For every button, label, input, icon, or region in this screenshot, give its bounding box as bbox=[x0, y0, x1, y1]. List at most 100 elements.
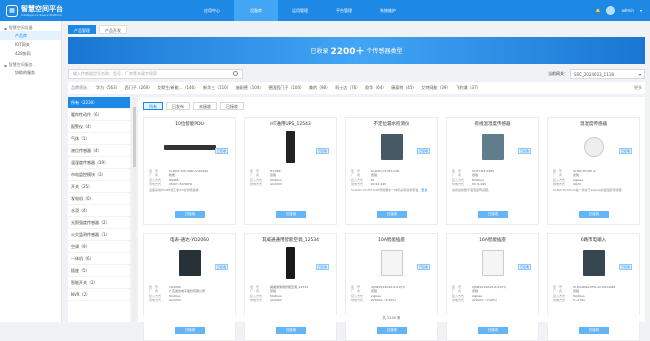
category-item[interactable]: 市电监控模块（3） bbox=[68, 169, 130, 181]
search-placeholder: 输入传感器型号名称、型号、厂商等关键字搜索 bbox=[73, 70, 157, 76]
receive-button[interactable]: 已接收 bbox=[377, 327, 407, 334]
filter-tab[interactable]: 已接收 bbox=[220, 102, 244, 110]
category-item[interactable]: 空调（9） bbox=[68, 241, 130, 253]
product-card[interactable]: 10A智能插座 已接收型 号 UJMZ2116A10-Z-01(H) 厂 商德锐 接入方… bbox=[345, 233, 438, 341]
sidebar-item[interactable]: 428协同 bbox=[0, 49, 61, 58]
product-card[interactable]: 6路市电输入 已接收型 号 SI-MA-BWA-PFO-AC-P6-DA85 厂 商德… bbox=[547, 233, 640, 341]
spec-row: 供电方式 DC 9-24V bbox=[452, 182, 533, 186]
product-card[interactable]: 不定位漏水检测仪 已接收型 号 SI-WLD-CT-M3-A3D 厂 商德锐 接入方式 D… bbox=[345, 117, 438, 225]
grid-icon: ▪ bbox=[4, 25, 7, 31]
product-title: 10A智能插座 bbox=[378, 238, 405, 243]
brand-item[interactable]: 美的（98） bbox=[309, 85, 330, 91]
product-description: SI-MA-TH-MO-Z是一款基于zigbee的温湿度传感器 bbox=[553, 188, 634, 196]
product-card[interactable]: 10位智能PDU 已接收型 号 SI-PDU-32K-304C-V-XS400 厂 商… bbox=[143, 117, 236, 225]
more-brands-button[interactable]: 更多 bbox=[634, 85, 642, 91]
spec-label: 供电方式 bbox=[149, 297, 162, 302]
search-input[interactable]: 输入传感器型号名称、型号、厂商等关键字搜索 bbox=[68, 68, 243, 79]
gateway-label: 当前网关： bbox=[548, 70, 568, 76]
description-text: 设备采用RS485接口的10位智能插排 bbox=[149, 188, 199, 193]
product-card[interactable]: 电表-通达-YD2060 已接收型 号 YD2060 厂 商广东通达电子股份有限公司接… bbox=[143, 233, 236, 341]
tab[interactable]: 产品管理 bbox=[68, 25, 96, 34]
more-link[interactable]: 更多 bbox=[421, 188, 427, 192]
brand-item[interactable]: 新华三（110） bbox=[203, 85, 231, 91]
sidebar-group[interactable]: ▪ 智慧空间设备 bbox=[0, 21, 61, 31]
filter-tab[interactable]: 未接收 bbox=[193, 102, 217, 110]
category-item[interactable]: 温湿度传感器（19） bbox=[68, 157, 130, 169]
category-item[interactable]: 发电机（0） bbox=[68, 193, 130, 205]
category-item[interactable]: 火灾监测传感器（1） bbox=[68, 229, 130, 241]
brand-item[interactable]: 欧华（64） bbox=[365, 85, 386, 91]
category-item[interactable]: 光照强度传感器（2） bbox=[68, 217, 130, 229]
filter-tab[interactable]: 所有 bbox=[143, 102, 163, 110]
product-card[interactable]: HT通用UPS_12543 已接收型 号 HT-08K 厂 商德锐 接入方式 Modbus… bbox=[244, 117, 337, 225]
nav-item[interactable]: 应用中心 bbox=[190, 0, 234, 21]
chevron-down-icon[interactable]: ▾ bbox=[640, 8, 642, 13]
app-logo[interactable]: ▦ 智慧空间平台 Intelligence Space Platform bbox=[0, 4, 128, 17]
receive-button[interactable]: 已接收 bbox=[478, 211, 508, 218]
receive-button[interactable]: 已接收 bbox=[276, 211, 306, 218]
product-card[interactable]: 其威通通用智能空调_12534 已接收型 号其威通通用智能空调_12534 厂 商德… bbox=[244, 233, 337, 341]
brand-item[interactable]: 德国西门子（100） bbox=[268, 85, 304, 91]
spec-row: 供电方式 CR2V bbox=[553, 182, 634, 186]
product-card[interactable]: 温湿度传感器 已接收型 号 SI-MA-TH-MO-Z 厂 商德锐 接入方式 zigbee… bbox=[547, 117, 640, 225]
receive-button[interactable]: 已接收 bbox=[377, 211, 407, 218]
category-item[interactable]: 报警仪（4） bbox=[68, 121, 130, 133]
brand-item[interactable]: 施耐德（104） bbox=[236, 85, 264, 91]
spec-label: 供电方式 bbox=[351, 181, 364, 186]
description-text: SI-MA-TH-MO-Z是一款基于zigbee的温湿度传感器 bbox=[553, 188, 622, 193]
category-item[interactable]: 开关（25） bbox=[68, 181, 130, 193]
sidebar-group[interactable]: ▪ 智慧空间服务 bbox=[0, 58, 61, 68]
spec-row: 供电方式 AC220V bbox=[250, 298, 331, 302]
spec-label: 供电方式 bbox=[250, 181, 263, 186]
nav-item[interactable]: 设备库 bbox=[234, 0, 278, 21]
receive-button[interactable]: 已接收 bbox=[175, 211, 205, 218]
gateway-select[interactable]: SSC_2024023_1118 ▾ bbox=[570, 68, 645, 79]
receive-button[interactable]: 已接收 bbox=[579, 211, 609, 218]
status-badge: 已接收 bbox=[618, 264, 632, 270]
sidebar-item[interactable]: 协助的服务 bbox=[0, 68, 61, 77]
category-item[interactable]: 智能开关（2） bbox=[68, 277, 130, 289]
category-item[interactable]: 气体（1） bbox=[68, 133, 130, 145]
category-item[interactable]: 暖你性动作（6） bbox=[68, 109, 130, 121]
brand-item[interactable]: 艾特网能（39） bbox=[421, 85, 450, 91]
avatar[interactable] bbox=[606, 6, 616, 15]
filter-tab[interactable]: 已发布 bbox=[166, 102, 190, 110]
notification-bell-icon[interactable]: 🔔 bbox=[595, 8, 600, 13]
category-item[interactable]: 一体机（6） bbox=[68, 253, 130, 265]
brand-filter-label: 品牌筛选： bbox=[71, 85, 91, 90]
brand-item[interactable]: 艾默生/新能...（146） bbox=[157, 85, 198, 91]
brand-item[interactable]: 康泰特（45） bbox=[391, 85, 416, 91]
nav-item[interactable]: 运用管理 bbox=[278, 0, 322, 21]
sidebar-item[interactable]: IOT网关 bbox=[0, 40, 61, 49]
category-item[interactable]: 水浸（4） bbox=[68, 205, 130, 217]
sidebar-item[interactable]: 产品库 bbox=[0, 31, 61, 40]
category-item[interactable]: NVR（2） bbox=[68, 289, 130, 301]
category-item[interactable]: 插座（5） bbox=[68, 265, 130, 277]
nav-item[interactable]: 平台管理 bbox=[322, 0, 366, 21]
product-card[interactable]: 有线温湿度传感器 已接收型 号 SI-TH-M3-0485 厂 商德锐 接入方式 Modb… bbox=[446, 117, 539, 225]
brand-item[interactable]: 西门子（260） bbox=[125, 85, 153, 91]
scroll-thumb[interactable] bbox=[133, 107, 136, 167]
nav-item[interactable]: 系统维护 bbox=[366, 0, 410, 21]
device-icon bbox=[380, 134, 403, 160]
brand-item[interactable]: 华为（563） bbox=[96, 85, 120, 91]
receive-button[interactable]: 已接收 bbox=[175, 327, 205, 334]
product-specs: 型 号 SI-WLD-CT-M3-A3D 厂 商德锐 接入方式 DI 供电方式 DC12-2… bbox=[351, 169, 432, 186]
tab[interactable]: 产品开发 bbox=[99, 25, 127, 34]
category-item[interactable]: 液位传感器（4） bbox=[68, 145, 130, 157]
search-icon[interactable] bbox=[233, 71, 238, 76]
product-image bbox=[263, 246, 319, 280]
product-card[interactable]: 16A智能插座 已接收型 号 UJMZ2116A16-Z-01(H) 厂 商德锐 接入方… bbox=[446, 233, 539, 341]
user-name[interactable]: admin bbox=[621, 8, 634, 13]
banner-suffix: 个传感器类型 bbox=[366, 48, 403, 55]
device-icon bbox=[286, 131, 295, 163]
brand-item[interactable]: 飞利浦（37） bbox=[455, 85, 480, 91]
receive-button[interactable]: 已接收 bbox=[276, 327, 306, 334]
category-item[interactable]: 所有（2230） bbox=[68, 97, 130, 109]
gateway-value: SSC_2024023_1118 bbox=[574, 71, 614, 77]
spec-value: 5~270C bbox=[573, 297, 586, 302]
category-scrollbar[interactable] bbox=[133, 97, 136, 322]
receive-button[interactable]: 已接收 bbox=[478, 327, 508, 334]
brand-item[interactable]: 科士达（76） bbox=[335, 85, 360, 91]
receive-button[interactable]: 已接收 bbox=[579, 327, 609, 334]
